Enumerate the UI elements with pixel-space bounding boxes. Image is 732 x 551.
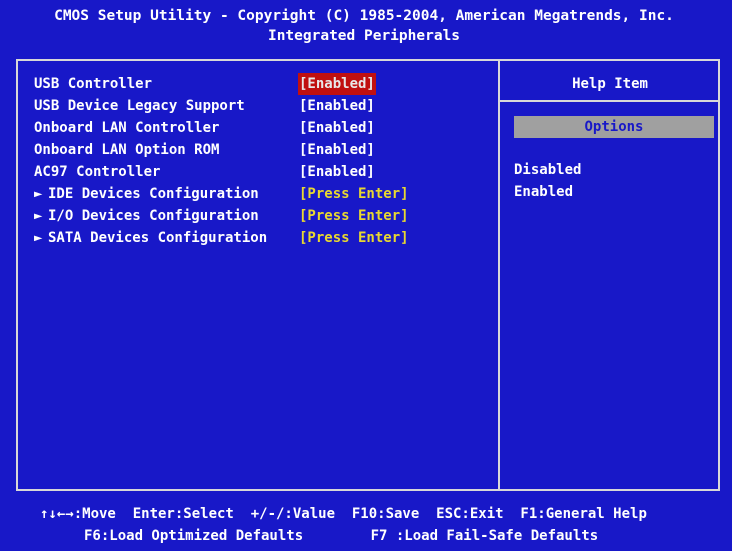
page-title: Integrated Peripherals — [267, 28, 461, 44]
setting-value[interactable]: [Enabled] — [298, 95, 376, 117]
submenu-arrow-icon: ► — [34, 230, 43, 246]
submenu-value[interactable]: [Press Enter] — [298, 227, 410, 249]
key-help-footer: ↑↓←→:Move Enter:Select +/-/:Value F10:Sa… — [40, 503, 720, 547]
submenu-arrow-icon: ► — [34, 208, 43, 224]
help-item-title: Help Item — [572, 76, 648, 92]
setting-label: USB Device Legacy Support — [34, 98, 245, 114]
header: CMOS Setup Utility - Copyright (C) 1985-… — [4, 6, 724, 56]
key-help-line-1: ↑↓←→:Move Enter:Select +/-/:Value F10:Sa… — [40, 506, 647, 522]
options-header: Options — [514, 116, 714, 138]
setting-label: ► IDE Devices Configuration — [34, 183, 259, 205]
bios-screen: CMOS Setup Utility - Copyright (C) 1985-… — [0, 0, 732, 551]
setting-onboard-lan-option-rom[interactable]: Onboard LAN Option ROM [Enabled] — [34, 139, 504, 161]
submenu-value[interactable]: [Press Enter] — [298, 183, 410, 205]
setting-ac97-controller[interactable]: AC97 Controller [Enabled] — [34, 161, 504, 183]
submenu-ide-devices[interactable]: ► IDE Devices Configuration [Press Enter] — [34, 183, 504, 205]
setting-label: USB Controller — [34, 76, 153, 92]
options-list: Disabled Enabled — [514, 159, 714, 203]
setting-value[interactable]: [Enabled] — [298, 117, 376, 139]
setting-label: Onboard LAN Option ROM — [34, 142, 220, 158]
key-help-line-2: F6:Load Optimized Defaults F7 :Load Fail… — [84, 528, 599, 544]
setting-label: Onboard LAN Controller — [34, 120, 220, 136]
settings-list: USB Controller [Enabled] USB Device Lega… — [34, 73, 504, 249]
help-divider — [498, 100, 720, 102]
setting-usb-legacy-support[interactable]: USB Device Legacy Support [Enabled] — [34, 95, 504, 117]
setting-value-selected[interactable]: [Enabled] — [298, 73, 376, 95]
submenu-io-devices[interactable]: ► I/O Devices Configuration [Press Enter] — [34, 205, 504, 227]
submenu-sata-devices[interactable]: ► SATA Devices Configuration [Press Enter… — [34, 227, 504, 249]
submenu-arrow-icon: ► — [34, 186, 43, 202]
setting-label: ► I/O Devices Configuration — [34, 205, 259, 227]
setting-label: ► SATA Devices Configuration — [34, 227, 267, 249]
utility-title: CMOS Setup Utility - Copyright (C) 1985-… — [54, 8, 674, 24]
submenu-value[interactable]: [Press Enter] — [298, 205, 410, 227]
setting-usb-controller[interactable]: USB Controller [Enabled] — [34, 73, 504, 95]
setting-onboard-lan-controller[interactable]: Onboard LAN Controller [Enabled] — [34, 117, 504, 139]
setting-value[interactable]: [Enabled] — [298, 161, 376, 183]
setting-label: AC97 Controller — [34, 164, 161, 180]
setting-value[interactable]: [Enabled] — [298, 139, 376, 161]
option-enabled: Enabled — [514, 184, 574, 200]
option-disabled: Disabled — [514, 162, 582, 178]
